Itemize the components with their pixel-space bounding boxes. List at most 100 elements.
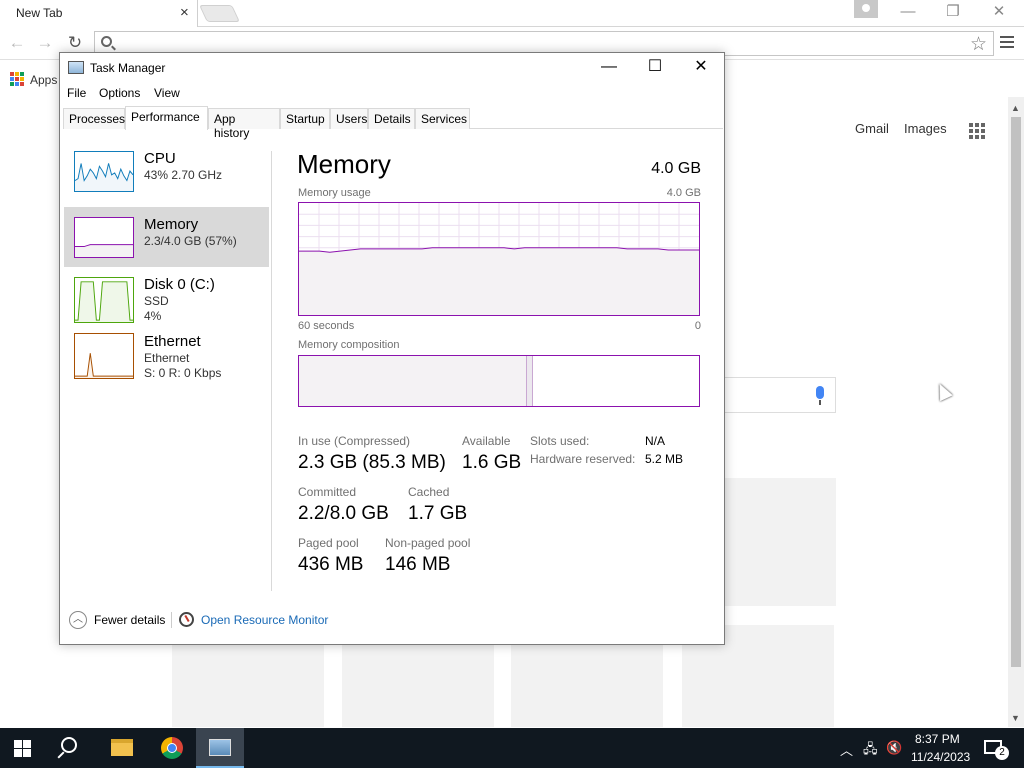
footer-divider — [171, 612, 172, 628]
forward-icon[interactable]: → — [34, 32, 56, 54]
hardware-reserved-value: 5.2 MB — [645, 452, 684, 466]
notification-count-badge: 2 — [995, 746, 1009, 760]
tab-details[interactable]: Details — [368, 108, 415, 129]
resource-name: CPU — [144, 150, 176, 167]
fewer-details-button[interactable]: Fewer details — [94, 613, 165, 627]
paged-pool-label: Paged pool — [298, 536, 359, 550]
google-search-box[interactable] — [720, 377, 836, 413]
tab-startup[interactable]: Startup — [280, 108, 330, 129]
memory-composition-bar — [298, 355, 700, 407]
file-explorer-icon[interactable] — [111, 739, 133, 756]
pane-divider[interactable] — [271, 151, 272, 591]
browser-minimize-button[interactable]: — — [893, 2, 923, 24]
resource-memory[interactable]: Memory 2.3/4.0 GB (57%) — [64, 207, 269, 267]
resource-list: CPU 43% 2.70 GHz Memory 2.3/4.0 GB (57%)… — [64, 147, 269, 587]
resource-detail: SSD — [144, 294, 169, 308]
gmail-link[interactable]: Gmail — [855, 121, 889, 136]
menu-options[interactable]: Options — [99, 86, 140, 100]
non-paged-pool-label: Non-paged pool — [385, 536, 471, 550]
window-title: Task Manager — [90, 61, 166, 75]
google-apps-icon[interactable] — [969, 123, 985, 139]
menu-view[interactable]: View — [154, 86, 180, 100]
volume-muted-icon[interactable]: 🔇 — [886, 740, 902, 756]
available-label: Available — [462, 434, 511, 448]
back-icon[interactable]: ← — [6, 32, 28, 54]
minimize-button[interactable]: — — [596, 59, 622, 77]
usage-graph-max: 4.0 GB — [666, 187, 701, 199]
profile-icon[interactable] — [854, 0, 878, 18]
tab-strip: Processes Performance App history Startu… — [63, 106, 723, 140]
thumbnail-line — [75, 353, 133, 377]
resource-ethernet[interactable]: Ethernet Ethernet S: 0 R: 0 Kbps — [64, 333, 269, 393]
chrome-menu-icon[interactable] — [1000, 36, 1014, 50]
slots-used-value: N/A — [645, 434, 666, 448]
images-link[interactable]: Images — [904, 121, 947, 136]
open-resource-monitor-link[interactable]: Open Resource Monitor — [201, 613, 328, 627]
resource-monitor-icon[interactable] — [179, 612, 194, 627]
resource-disk[interactable]: Disk 0 (C:) SSD 4% — [64, 267, 269, 327]
resource-name: Disk 0 (C:) — [144, 276, 215, 293]
resource-cpu[interactable]: CPU 43% 2.70 GHz — [64, 147, 269, 207]
clock-time[interactable]: 8:37 PM — [915, 732, 960, 746]
reload-icon[interactable]: ↻ — [64, 32, 86, 54]
tab-services[interactable]: Services — [415, 108, 470, 129]
thumbnail-area — [75, 281, 133, 322]
composition-in-use — [299, 356, 527, 406]
memory-usage-area — [299, 247, 699, 315]
network-icon[interactable]: 🖧 — [863, 740, 878, 762]
browser-tab-strip: New Tab × — ❐ ✕ — [0, 0, 1024, 27]
graph-time-start: 60 seconds — [298, 320, 355, 332]
apps-link[interactable]: Apps — [30, 73, 57, 87]
resource-name: Memory — [144, 216, 199, 233]
disk-thumbnail-graph — [74, 277, 134, 323]
close-tab-icon[interactable]: × — [180, 4, 189, 21]
task-manager-titlebar[interactable]: Task Manager — ☐ ✕ — [60, 53, 724, 83]
cached-value: 1.7 GB — [408, 503, 468, 524]
chevron-up-icon[interactable]: ︿ — [840, 740, 853, 759]
apps-icon[interactable] — [10, 72, 24, 86]
taskbar-task-manager-button[interactable] — [196, 728, 244, 768]
scrollbar-thumb[interactable] — [1011, 117, 1021, 667]
scroll-down-icon[interactable]: ▼ — [1011, 713, 1020, 723]
thumbnail-area — [75, 353, 133, 378]
memory-panel: Memory 4.0 GB Memory usage 4.0 GB 60 sec… — [297, 147, 701, 587]
hardware-reserved-label: Hardware reserved: — [530, 452, 636, 466]
tab-processes[interactable]: Processes — [63, 108, 125, 129]
tab-app-history[interactable]: App history — [208, 108, 280, 140]
chrome-icon[interactable] — [161, 737, 183, 759]
new-tab-button[interactable] — [199, 5, 240, 22]
resource-detail: S: 0 R: 0 Kbps — [144, 366, 222, 380]
task-manager-icon — [209, 739, 231, 756]
tab-performance[interactable]: Performance — [125, 106, 208, 130]
cached-label: Cached — [408, 485, 450, 499]
graph-time-end: 0 — [694, 320, 701, 332]
mouse-pointer-icon — [933, 380, 953, 402]
search-icon[interactable] — [61, 737, 77, 753]
memory-thumbnail-graph — [74, 217, 134, 258]
start-button[interactable] — [14, 740, 31, 757]
menu-bar: File Options View — [60, 83, 724, 105]
task-manager-window: Task Manager — ☐ ✕ File Options View Pro… — [59, 52, 725, 645]
page-scrollbar[interactable]: ▲ ▼ — [1008, 97, 1024, 727]
cpu-thumbnail-graph — [74, 151, 134, 192]
committed-label: Committed — [298, 485, 357, 499]
bookmark-star-icon[interactable]: ☆ — [970, 33, 987, 56]
scroll-up-icon[interactable]: ▲ — [1011, 103, 1020, 113]
browser-close-button[interactable]: ✕ — [984, 2, 1014, 24]
browser-maximize-button[interactable]: ❐ — [938, 2, 968, 24]
composition-label: Memory composition — [298, 339, 400, 351]
resource-detail: 4% — [144, 309, 162, 323]
menu-file[interactable]: File — [67, 86, 86, 100]
non-paged-pool-value: 146 MB — [385, 554, 451, 575]
taskbar: ︿ 🖧 🔇 8:37 PM 11/24/2023 2 — [0, 728, 1024, 768]
resource-detail: Ethernet — [144, 351, 190, 365]
clock-date[interactable]: 11/24/2023 — [911, 750, 970, 764]
in-use-value: 2.3 GB (85.3 MB) — [298, 452, 446, 473]
microphone-icon[interactable] — [816, 386, 824, 405]
browser-tab[interactable]: New Tab × — [0, 0, 198, 27]
chevron-up-icon[interactable]: ︿ — [69, 611, 87, 629]
close-button[interactable]: ✕ — [688, 59, 714, 77]
maximize-button[interactable]: ☐ — [642, 59, 668, 77]
search-icon — [101, 36, 112, 47]
tab-users[interactable]: Users — [330, 108, 368, 129]
